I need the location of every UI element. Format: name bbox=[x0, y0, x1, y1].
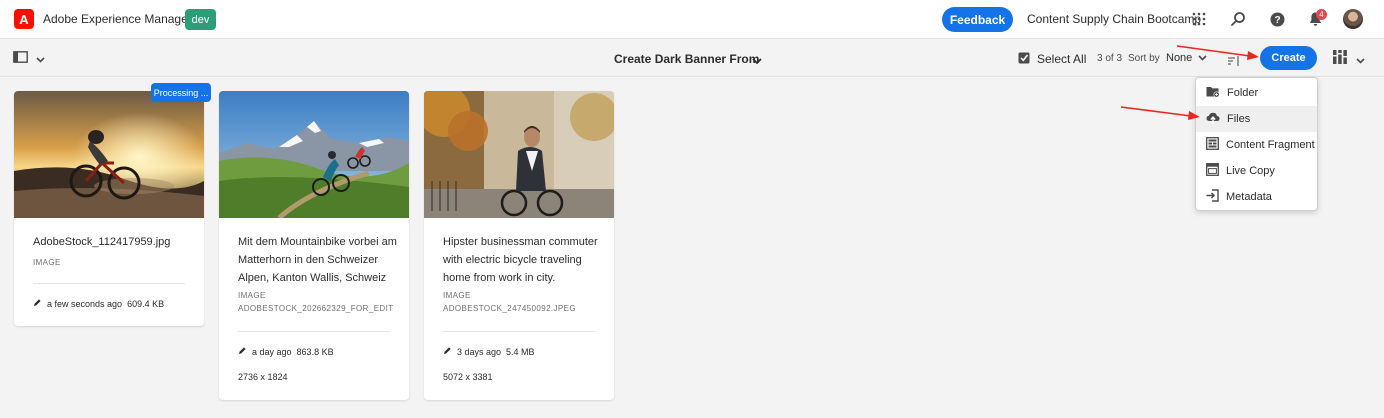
chevron-down-icon bbox=[36, 50, 45, 68]
asset-card[interactable]: AdobeStock_112417959.jpg IMAGE a few sec… bbox=[14, 91, 204, 326]
asset-type: IMAGE bbox=[238, 291, 266, 300]
sort-dropdown[interactable]: None bbox=[1166, 52, 1207, 64]
environment-badge: dev bbox=[185, 9, 216, 30]
view-switcher[interactable] bbox=[1333, 50, 1365, 69]
folder-add-icon bbox=[1206, 85, 1220, 101]
modified-time: a day ago bbox=[252, 346, 292, 357]
menu-item-live-copy[interactable]: Live Copy bbox=[1196, 158, 1317, 184]
sort-direction-icon[interactable] bbox=[1228, 53, 1240, 71]
asset-type: IMAGE bbox=[33, 258, 61, 267]
organization-switcher[interactable]: Content Supply Chain Bootcamp bbox=[1027, 12, 1201, 26]
asset-card[interactable]: Hipster businessman commuter with electr… bbox=[424, 91, 614, 400]
asset-type: IMAGE bbox=[443, 291, 471, 300]
asset-meta: 3 days ago 5.4 MB bbox=[443, 346, 535, 357]
file-size: 609.4 KB bbox=[127, 298, 165, 309]
asset-meta: a few seconds ago 609.4 KB bbox=[33, 298, 164, 309]
asset-thumbnail[interactable] bbox=[219, 91, 409, 220]
checkbox-select-icon bbox=[1018, 51, 1031, 67]
divider bbox=[238, 331, 390, 332]
menu-item-folder[interactable]: Folder bbox=[1196, 80, 1317, 106]
app-title[interactable]: Adobe Experience Manager bbox=[43, 12, 192, 26]
svg-text:?: ? bbox=[1274, 15, 1280, 26]
asset-filename: ADOBESTOCK_202662329_FOR_EDIT bbox=[238, 304, 394, 313]
apps-grid-icon[interactable] bbox=[1190, 10, 1208, 28]
create-button[interactable]: Create bbox=[1260, 46, 1317, 70]
metadata-import-icon bbox=[1206, 189, 1219, 205]
notification-count-badge: 4 bbox=[1316, 9, 1327, 20]
divider bbox=[443, 331, 595, 332]
file-size: 863.8 KB bbox=[296, 346, 334, 357]
sort-label: Sort by bbox=[1128, 53, 1160, 64]
asset-title: Hipster businessman commuter with electr… bbox=[443, 236, 598, 284]
menu-item-label: Live Copy bbox=[1226, 165, 1275, 177]
modified-time: 3 days ago bbox=[457, 346, 502, 357]
help-icon[interactable]: ? bbox=[1268, 10, 1286, 28]
asset-title: AdobeStock_112417959.jpg bbox=[33, 236, 171, 248]
action-bar: Create Dark Banner From Select All 3 of … bbox=[0, 40, 1384, 77]
image-dimensions: 2736 x 1824 bbox=[238, 372, 288, 382]
top-navigation-bar: A Adobe Experience Manager dev Feedback … bbox=[0, 0, 1384, 39]
user-avatar[interactable] bbox=[1343, 9, 1363, 29]
divider bbox=[33, 283, 185, 284]
menu-item-files[interactable]: Files bbox=[1196, 106, 1317, 132]
search-icon[interactable] bbox=[1229, 10, 1247, 28]
asset-thumbnail[interactable] bbox=[14, 91, 204, 218]
content-fragment-icon bbox=[1206, 137, 1219, 153]
adobe-logo-icon[interactable]: A bbox=[14, 9, 34, 29]
processing-badge: Processing ... bbox=[151, 83, 211, 102]
cloud-upload-icon bbox=[1206, 112, 1220, 127]
asset-filename: ADOBESTOCK_247450092.JPEG bbox=[443, 304, 577, 313]
annotation-arrow bbox=[1120, 106, 1200, 120]
menu-item-metadata[interactable]: Metadata bbox=[1196, 184, 1317, 210]
asset-meta: a day ago 863.8 KB bbox=[238, 346, 334, 357]
live-copy-icon bbox=[1206, 163, 1219, 179]
pencil-icon bbox=[238, 346, 247, 357]
feedback-button[interactable]: Feedback bbox=[942, 7, 1013, 32]
chevron-down-icon bbox=[1356, 51, 1365, 69]
select-all-button[interactable]: Select All bbox=[1018, 51, 1086, 67]
image-dimensions: 5072 x 3381 bbox=[443, 372, 493, 382]
menu-item-content-fragment[interactable]: Content Fragment bbox=[1196, 132, 1317, 158]
menu-item-label: Content Fragment bbox=[1226, 139, 1315, 151]
menu-item-label: Metadata bbox=[1226, 191, 1272, 203]
card-view-icon bbox=[1333, 50, 1347, 69]
file-size: 5.4 MB bbox=[506, 346, 535, 357]
rail-toggle-button[interactable] bbox=[13, 51, 47, 67]
asset-thumbnail[interactable] bbox=[424, 91, 614, 218]
chevron-down-icon bbox=[1198, 52, 1207, 64]
pencil-icon bbox=[443, 346, 452, 357]
modified-time: a few seconds ago bbox=[47, 298, 123, 309]
folder-title: Create Dark Banner From bbox=[614, 52, 760, 66]
select-all-label: Select All bbox=[1037, 52, 1087, 66]
asset-card[interactable]: Mit dem Mountainbike vorbei am Matterhor… bbox=[219, 91, 409, 400]
item-count: 3 of 3 bbox=[1097, 53, 1123, 64]
menu-item-label: Files bbox=[1227, 113, 1251, 125]
menu-item-label: Folder bbox=[1227, 87, 1259, 99]
chevron-down-icon[interactable] bbox=[752, 52, 762, 70]
side-panel-icon bbox=[13, 50, 28, 68]
sort-value: None bbox=[1166, 52, 1193, 64]
pencil-icon bbox=[33, 298, 42, 309]
create-menu: Folder Files Content Fragment Live Copy … bbox=[1195, 77, 1318, 211]
asset-title: Mit dem Mountainbike vorbei am Matterhor… bbox=[238, 236, 397, 284]
